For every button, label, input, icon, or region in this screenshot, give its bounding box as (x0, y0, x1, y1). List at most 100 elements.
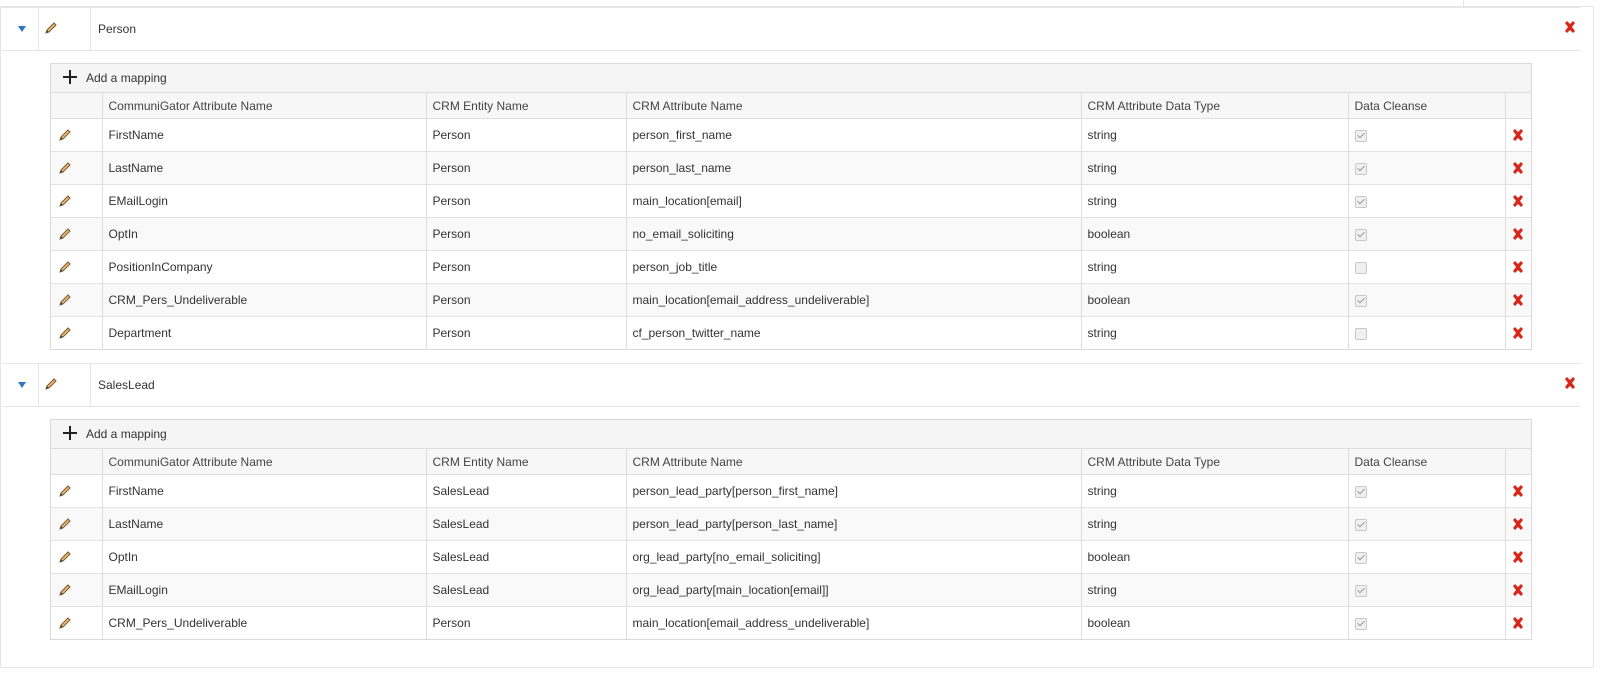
delete-x-icon[interactable] (1511, 161, 1525, 175)
data-cleanse-checkbox[interactable] (1354, 518, 1367, 531)
delete-row-button[interactable] (1505, 151, 1531, 185)
edit-row-button[interactable] (51, 283, 103, 317)
data-type-cell: boolean (1081, 540, 1349, 574)
pencil-icon[interactable] (57, 226, 73, 242)
caret-down-icon[interactable] (18, 26, 26, 32)
pencil-icon[interactable] (57, 325, 73, 341)
data-cleanse-checkbox[interactable] (1354, 485, 1367, 498)
data-cleanse-checkbox[interactable] (1354, 162, 1367, 175)
edit-entity-button[interactable] (39, 364, 91, 406)
edit-row-button[interactable] (51, 507, 103, 541)
delete-x-icon[interactable] (1511, 194, 1525, 208)
entity-name-cell: SalesLead (426, 573, 627, 607)
delete-x-icon[interactable] (1511, 517, 1525, 531)
delete-x-icon[interactable] (1511, 260, 1525, 274)
delete-entity-icon[interactable] (1563, 376, 1577, 390)
mapping-table-saleslead: Add a mapping CommuniGator Attribute Nam… (50, 419, 1532, 640)
plus-icon (63, 426, 77, 440)
pencil-icon[interactable] (57, 160, 73, 176)
col-edit (51, 449, 103, 475)
pencil-icon[interactable] (57, 259, 73, 275)
data-cleanse-checkbox[interactable] (1354, 195, 1367, 208)
table-row: FirstName SalesLead person_lead_party[pers… (51, 474, 1531, 508)
attribute-name-cell: Department (102, 316, 427, 349)
data-cleanse-checkbox[interactable] (1354, 584, 1367, 597)
data-cleanse-checkbox[interactable] (1354, 551, 1367, 564)
entity-name-cell: Person (426, 151, 627, 185)
caret-down-icon[interactable] (18, 382, 26, 388)
crm-attribute-cell: org_lead_party[no_email_soliciting] (626, 540, 1082, 574)
data-cleanse-cell (1348, 151, 1506, 185)
pencil-icon[interactable] (43, 376, 59, 392)
delete-x-icon[interactable] (1511, 227, 1525, 241)
entity-header-person: Person (2, 7, 1580, 51)
data-cleanse-checkbox[interactable] (1354, 228, 1367, 241)
edit-row-button[interactable] (51, 151, 103, 185)
entity-name: SalesLead (98, 378, 155, 392)
data-cleanse-checkbox[interactable] (1354, 294, 1367, 307)
edit-row-button[interactable] (51, 474, 103, 508)
delete-x-icon[interactable] (1511, 484, 1525, 498)
plus-icon (63, 70, 77, 84)
pencil-icon[interactable] (57, 582, 73, 598)
attribute-name-cell: EMailLogin (102, 573, 427, 607)
crm-attribute-cell: no_email_soliciting (626, 217, 1082, 251)
delete-row-button[interactable] (1505, 118, 1531, 152)
edit-row-button[interactable] (51, 217, 103, 251)
delete-x-icon[interactable] (1511, 128, 1525, 142)
delete-row-button[interactable] (1505, 607, 1531, 640)
pencil-icon[interactable] (57, 615, 73, 631)
delete-row-button[interactable] (1505, 474, 1531, 508)
delete-row-button[interactable] (1505, 217, 1531, 251)
col-delete (1505, 93, 1531, 119)
edit-row-button[interactable] (51, 118, 103, 152)
pencil-icon[interactable] (57, 292, 73, 308)
crm-attribute-cell: cf_person_twitter_name (626, 316, 1082, 349)
data-cleanse-cell (1348, 217, 1506, 251)
pencil-icon[interactable] (43, 20, 59, 36)
delete-row-button[interactable] (1505, 317, 1531, 350)
data-cleanse-checkbox[interactable] (1354, 129, 1367, 142)
delete-x-icon[interactable] (1511, 550, 1525, 564)
crm-attribute-cell: person_job_title (626, 250, 1082, 284)
delete-row-button[interactable] (1505, 573, 1531, 607)
delete-entity-icon[interactable] (1563, 20, 1577, 34)
edit-row-button[interactable] (51, 573, 103, 607)
pencil-icon[interactable] (57, 483, 73, 499)
data-type-cell: string (1081, 118, 1349, 152)
edit-row-button[interactable] (51, 540, 103, 574)
crm-attribute-cell: main_location[email_address_undeliverabl… (626, 606, 1082, 639)
delete-row-button[interactable] (1505, 507, 1531, 541)
delete-row-button[interactable] (1505, 540, 1531, 574)
pencil-icon[interactable] (57, 193, 73, 209)
entity-name-cell: Person (426, 606, 627, 639)
attribute-name-cell: FirstName (102, 118, 427, 152)
delete-x-icon[interactable] (1511, 293, 1525, 307)
delete-x-icon[interactable] (1511, 326, 1525, 340)
edit-entity-button[interactable] (39, 8, 91, 50)
data-cleanse-cell (1348, 573, 1506, 607)
data-cleanse-checkbox[interactable] (1354, 261, 1367, 274)
edit-row-button[interactable] (51, 606, 103, 639)
add-mapping-button[interactable]: Add a mapping (51, 64, 1531, 93)
pencil-icon[interactable] (57, 516, 73, 532)
delete-row-button[interactable] (1505, 184, 1531, 218)
crm-attribute-cell: person_lead_party[person_last_name] (626, 507, 1082, 541)
edit-row-button[interactable] (51, 250, 103, 284)
edit-row-button[interactable] (51, 316, 103, 349)
add-mapping-button[interactable]: Add a mapping (51, 420, 1531, 449)
data-cleanse-checkbox[interactable] (1354, 617, 1367, 630)
delete-x-icon[interactable] (1511, 616, 1525, 630)
delete-row-button[interactable] (1505, 250, 1531, 284)
pencil-icon[interactable] (57, 127, 73, 143)
data-cleanse-checkbox[interactable] (1354, 327, 1367, 340)
attribute-name-cell: FirstName (102, 474, 427, 508)
edit-row-button[interactable] (51, 184, 103, 218)
collapse-toggle[interactable] (2, 364, 39, 406)
data-cleanse-cell (1348, 540, 1506, 574)
collapse-toggle[interactable] (2, 8, 39, 50)
pencil-icon[interactable] (57, 549, 73, 565)
delete-row-button[interactable] (1505, 283, 1531, 317)
delete-x-icon[interactable] (1511, 583, 1525, 597)
attribute-name-cell: OptIn (102, 540, 427, 574)
